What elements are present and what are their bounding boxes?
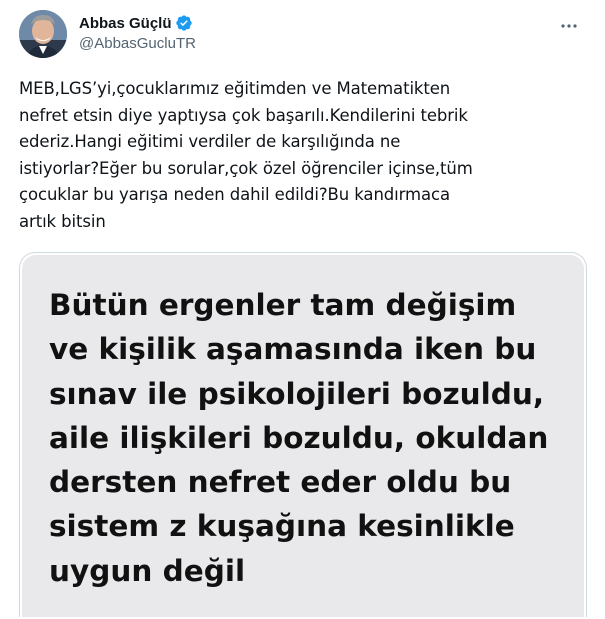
tweet: Abbas Güçlü @AbbasGucluTR MEB,LGS’yi,çoc…: [0, 0, 605, 619]
author-info: Abbas Güçlü @AbbasGucluTR: [79, 12, 196, 53]
author-handle[interactable]: @AbbasGucluTR: [79, 35, 196, 52]
verified-badge-icon: [175, 14, 193, 32]
profile-photo-icon: [19, 10, 67, 58]
author-avatar[interactable]: [19, 10, 67, 58]
tweet-media[interactable]: Bütün ergenler tam değişim ve kişilik aş…: [19, 252, 587, 617]
media-image: Bütün ergenler tam değişim ve kişilik aş…: [22, 255, 584, 617]
author-name-row: Abbas Güçlü: [79, 12, 196, 34]
more-options-icon[interactable]: [555, 12, 583, 40]
media-image-text: Bütün ergenler tam değişim ve kişilik aş…: [49, 288, 549, 588]
author-display-name[interactable]: Abbas Güçlü: [79, 15, 172, 32]
tweet-text: MEB,LGS’yi,çocuklarımız eğitimden ve Mat…: [19, 79, 473, 231]
